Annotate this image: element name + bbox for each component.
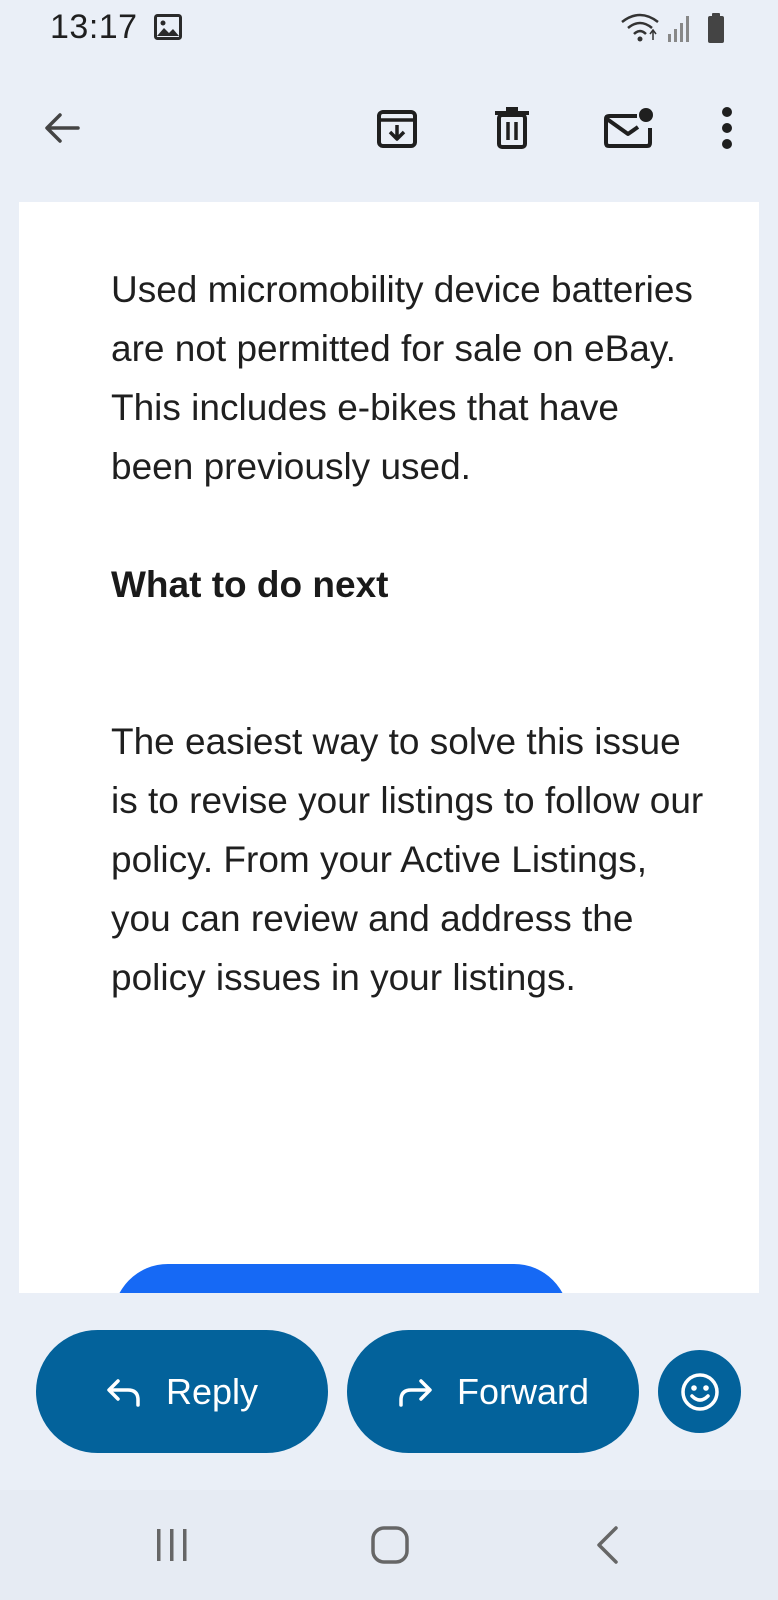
email-body: Used micromobility device batteries are … <box>111 260 711 1007</box>
reply-icon <box>106 1377 142 1407</box>
mark-unread-icon[interactable] <box>588 80 668 176</box>
forward-label: Forward <box>456 1370 590 1412</box>
wifi-icon <box>621 13 659 42</box>
navigation-bar <box>0 1490 778 1600</box>
forward-icon <box>397 1377 433 1407</box>
email-paragraph: Used micromobility device batteries are … <box>111 269 693 487</box>
email-heading: What to do next <box>111 564 389 605</box>
back-arrow-icon[interactable] <box>22 80 102 176</box>
email-toolbar <box>0 80 778 176</box>
forward-button[interactable]: Forward <box>347 1330 639 1453</box>
status-time: 13:17 <box>50 8 138 46</box>
gallery-icon <box>154 14 182 45</box>
cta-button[interactable] <box>113 1264 569 1293</box>
action-bar: Reply Forward <box>0 1330 778 1454</box>
reply-label: Reply <box>165 1370 259 1412</box>
status-bar: 13:17 <box>0 0 778 56</box>
status-icons <box>620 12 730 49</box>
more-options-icon[interactable] <box>687 80 767 176</box>
emoji-reaction-button[interactable] <box>658 1350 741 1433</box>
archive-icon[interactable] <box>357 80 437 176</box>
recent-apps-icon[interactable] <box>122 1490 222 1600</box>
home-icon[interactable] <box>340 1490 440 1600</box>
email-body-card: Used micromobility device batteries are … <box>19 202 759 1293</box>
battery-icon <box>708 13 724 43</box>
signal-icon <box>668 16 689 42</box>
emoji-reaction-icon <box>680 1372 720 1412</box>
back-icon[interactable] <box>558 1490 658 1600</box>
delete-icon[interactable] <box>472 80 552 176</box>
email-paragraph: The easiest way to solve this issue is t… <box>111 721 704 998</box>
reply-button[interactable]: Reply <box>36 1330 328 1453</box>
